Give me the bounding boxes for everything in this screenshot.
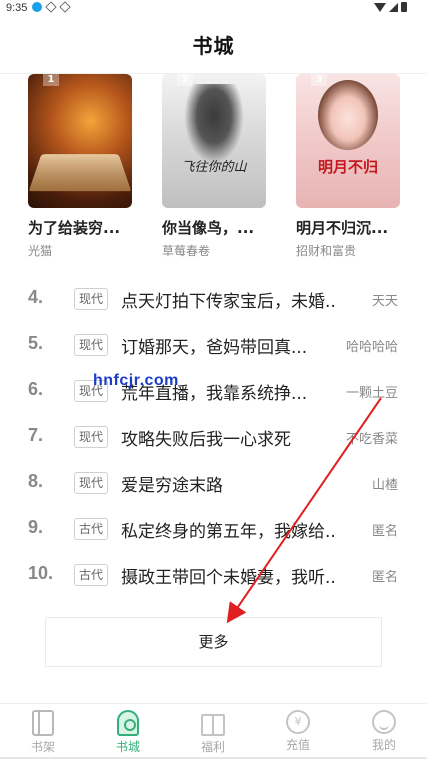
tab-profile[interactable]: 我的	[354, 710, 414, 753]
tab-label: 书架	[30, 740, 55, 754]
book-title[interactable]: 你当像鸟，...	[162, 217, 266, 238]
rank-number: 5.	[28, 333, 44, 353]
book-cover-art	[184, 84, 244, 164]
notification-cube-icon	[59, 1, 71, 13]
book-card-1[interactable]: 1 为了给装穷... 光猫	[28, 74, 132, 259]
book-card-3[interactable]: 明月不归 3 明月不归沉... 招财和富贵	[296, 74, 400, 259]
book-author: 招财和富贵	[296, 244, 357, 258]
book-cover-art	[318, 80, 378, 150]
currency-glyph: ¥	[294, 715, 302, 728]
rank-number: 8.	[28, 471, 44, 491]
tab-welfare[interactable]: 福利	[183, 710, 243, 755]
rank-book-title[interactable]: 攻略失败后我一心求死	[121, 425, 336, 450]
status-system-icons	[374, 2, 407, 12]
status-bar: 9:35	[0, 0, 427, 18]
notification-cube-icon	[45, 1, 57, 13]
rank-list: 4. 现代 点天灯拍下传家宝后，未婚... 天天 5. 现代 订婚那天，爸妈带回…	[0, 277, 427, 599]
rank-book-author: 匿名	[371, 524, 398, 539]
book-title[interactable]: 明月不归沉...	[296, 217, 400, 238]
rank-book-author: 匿名	[371, 570, 398, 585]
rank-number: 10.	[28, 563, 54, 583]
rank-list-item[interactable]: 10. 古代 摄政王带回个未婚妻，我听... 匿名	[0, 553, 427, 599]
tab-bookstore[interactable]: 书城	[98, 710, 158, 755]
genre-tag: 现代	[74, 472, 109, 494]
cover-title-text: 飞往你的山	[181, 160, 247, 175]
book-cover-art	[28, 154, 132, 192]
tab-label: 书城	[115, 740, 140, 754]
genre-tag: 古代	[74, 518, 109, 540]
rank-list-item[interactable]: 9. 古代 私定终身的第五年，我嫁给... 匿名	[0, 507, 427, 553]
rank-list-item[interactable]: 7. 现代 攻略失败后我一心求死 不吃香菜	[0, 415, 427, 461]
rank-list-item[interactable]: 6. 现代 荒年直播，我靠系统挣... 一颗土豆	[0, 369, 427, 415]
more-button[interactable]: 更多	[45, 617, 382, 667]
bookstore-icon	[117, 710, 139, 736]
rank-book-author: 一颗土豆	[345, 386, 398, 401]
bookshelf-icon	[32, 710, 54, 736]
status-time: 9:35	[6, 2, 28, 14]
genre-tag: 现代	[74, 288, 109, 310]
rank-book-title[interactable]: 点天灯拍下传家宝后，未婚...	[121, 287, 336, 312]
rank-book-title[interactable]: 订婚那天，爸妈带回真...	[121, 333, 336, 358]
signal-icon	[389, 2, 398, 12]
rank-number: 9.	[28, 517, 44, 537]
tab-bookshelf[interactable]: 书架	[13, 710, 73, 755]
bottom-tab-bar: 书架 书城 福利 ¥ 充值 我的	[0, 703, 427, 759]
rank-book-title[interactable]: 摄政王带回个未婚妻，我听...	[121, 563, 336, 588]
rank-number: 4.	[28, 287, 44, 307]
battery-icon	[401, 2, 407, 12]
rank-number: 7.	[28, 425, 44, 445]
notification-app-icon	[32, 2, 42, 12]
rank-book-author: 山楂	[371, 478, 398, 493]
rank-list-item[interactable]: 8. 现代 爱是穷途末路 山楂	[0, 461, 427, 507]
book-card-2[interactable]: 飞往你的山 2 你当像鸟，... 草莓春卷	[162, 74, 266, 259]
tab-label: 我的	[371, 738, 396, 752]
book-author: 光猫	[28, 244, 53, 258]
book-cover[interactable]: 飞往你的山 2	[162, 74, 266, 208]
top-books-row: 1 为了给装穷... 光猫 飞往你的山 2 你当像鸟，... 草莓春卷 明月不归…	[0, 74, 427, 264]
wifi-icon	[374, 2, 386, 12]
page-title: 书城	[192, 34, 235, 58]
book-title[interactable]: 为了给装穷...	[28, 217, 132, 238]
cover-title-text: 明月不归	[317, 158, 378, 176]
genre-tag: 现代	[74, 426, 109, 448]
gift-icon	[201, 714, 225, 736]
tab-recharge[interactable]: ¥ 充值	[268, 710, 328, 753]
rank-book-title[interactable]: 私定终身的第五年，我嫁给...	[121, 517, 336, 542]
rank-number: 6.	[28, 379, 44, 399]
rank-book-author: 天天	[371, 294, 398, 309]
rank-badge: 2	[177, 74, 193, 86]
genre-tag: 古代	[74, 564, 109, 586]
book-cover[interactable]: 1	[28, 74, 132, 208]
tab-label: 充值	[285, 738, 310, 752]
rank-list-item[interactable]: 4. 现代 点天灯拍下传家宝后，未婚... 天天	[0, 277, 427, 323]
profile-icon	[372, 710, 396, 734]
page-header: 书城	[0, 18, 427, 74]
rank-book-author: 哈哈哈哈	[345, 340, 398, 355]
book-author: 草莓春卷	[162, 244, 211, 258]
rank-badge: 3	[311, 74, 327, 86]
rank-book-author: 不吃香菜	[345, 432, 398, 447]
book-cover[interactable]: 明月不归 3	[296, 74, 400, 208]
tab-label: 福利	[200, 740, 225, 754]
rank-list-item[interactable]: 5. 现代 订婚那天，爸妈带回真... 哈哈哈哈	[0, 323, 427, 369]
recharge-icon: ¥	[286, 710, 310, 734]
status-notification-icons	[32, 1, 71, 13]
genre-tag: 现代	[74, 334, 109, 356]
rank-book-title[interactable]: 爱是穷途末路	[121, 471, 336, 496]
rank-badge: 1	[43, 74, 59, 86]
watermark-text: hnfcjr.com	[93, 372, 179, 389]
